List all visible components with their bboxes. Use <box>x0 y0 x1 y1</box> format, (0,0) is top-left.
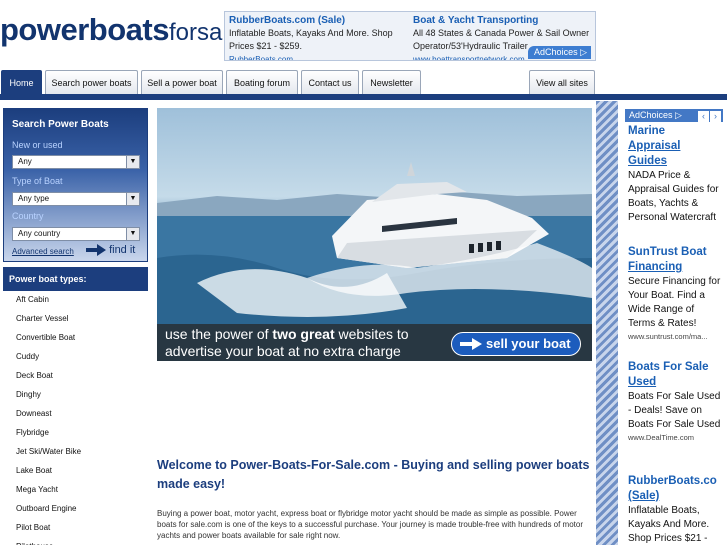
boat-type-value: Any type <box>18 194 50 203</box>
boat-type-link[interactable]: Outboard Engine <box>3 499 148 518</box>
boat-type-label: Type of Boat <box>12 176 63 186</box>
find-it-label: find it <box>109 244 136 256</box>
site-header: powerboatsforsale RubberBoats.com (Sale)… <box>0 0 727 68</box>
new-or-used-select[interactable]: Any ▼ <box>12 155 140 169</box>
advanced-search-link[interactable]: Advanced search <box>12 247 74 256</box>
right-ad-4-desc: Inflatable Boats, Kayaks And More. Shop … <box>628 505 710 544</box>
top-ad-1[interactable]: RubberBoats.com (Sale) Inflatable Boats,… <box>229 14 411 60</box>
boat-type-link[interactable]: Charter Vessel <box>3 309 148 328</box>
right-ad-4-title[interactable]: RubberBoats.co <box>628 474 722 489</box>
chevron-left-icon[interactable]: ‹ <box>698 111 709 122</box>
find-it-button[interactable]: find it <box>86 244 136 257</box>
right-ad-3-title[interactable]: Boats For Sale <box>628 360 722 375</box>
right-ad-2[interactable]: SunTrust Boat Financing Secure Financing… <box>628 245 722 342</box>
chevron-down-icon[interactable]: ▼ <box>126 193 139 205</box>
chevron-down-icon[interactable]: ▼ <box>126 156 139 168</box>
right-ad-4-title2[interactable]: (Sale) <box>628 489 722 504</box>
right-ad-1-desc: NADA Price & Appraisal Guides for Boats,… <box>628 170 719 223</box>
right-ad-1-title[interactable]: Marine <box>628 124 722 139</box>
right-ad-2-title2[interactable]: Financing <box>628 260 722 275</box>
boat-type-link[interactable]: Pilothouse <box>3 537 148 545</box>
tab-contact-us[interactable]: Contact us <box>301 70 359 94</box>
tab-sell-power-boat[interactable]: Sell a power boat <box>141 70 223 94</box>
right-ad-2-url[interactable]: www.suntrust.com/ma... <box>628 331 722 342</box>
top-ad-1-line: Inflatable Boats, Kayaks And More. Shop <box>229 28 393 38</box>
right-ad-2-title[interactable]: SunTrust Boat <box>628 245 722 260</box>
banner-line1-post: websites to <box>334 326 409 342</box>
country-label: Country <box>12 211 44 221</box>
tab-boating-forum[interactable]: Boating forum <box>226 70 298 94</box>
top-ad-1-title[interactable]: RubberBoats.com (Sale) <box>229 14 411 27</box>
tab-view-all-sites[interactable]: View all sites <box>529 70 595 94</box>
sell-your-boat-label: sell your boat <box>486 336 571 351</box>
adchoices-badge[interactable]: AdChoices ▷ ‹ › <box>625 109 723 122</box>
decorative-stripe <box>596 101 618 545</box>
hero-banner[interactable]: use the power of two great websites to a… <box>157 108 592 361</box>
right-ad-4[interactable]: RubberBoats.co (Sale) Inflatable Boats, … <box>628 474 722 545</box>
welcome-paragraph: Buying a power boat, motor yacht, expres… <box>157 509 584 540</box>
boat-types-list: Aft Cabin Charter Vessel Convertible Boat C… <box>3 290 148 545</box>
boat-type-link[interactable]: Jet Ski/Water Bike <box>3 442 148 461</box>
logo-bold-text: powerboats <box>0 12 169 47</box>
new-or-used-label: New or used <box>12 140 63 150</box>
boat-type-link[interactable]: Convertible Boat <box>3 328 148 347</box>
arrow-right-icon <box>460 338 482 350</box>
search-panel-title: Search Power Boats <box>12 119 109 130</box>
welcome-heading: Welcome to Power-Boats-For-Sale.com - Bu… <box>157 458 590 491</box>
boat-type-select[interactable]: Any type ▼ <box>12 192 140 206</box>
boat-type-link[interactable]: Downeast <box>3 404 148 423</box>
boat-type-link[interactable]: Dinghy <box>3 385 148 404</box>
top-ad-2-title[interactable]: Boat & Yacht Transporting <box>413 14 595 27</box>
sell-your-boat-button[interactable]: sell your boat <box>451 332 581 356</box>
country-value: Any country <box>18 229 61 238</box>
nav-divider <box>0 94 727 100</box>
main-nav: Home Search power boats Sell a power boa… <box>0 70 727 96</box>
tab-home[interactable]: Home <box>1 70 42 94</box>
boat-types-header: Power boat types: <box>3 267 148 291</box>
right-ad-1-title2[interactable]: Appraisal Guides <box>628 139 722 169</box>
right-ad-column: AdChoices ▷ ‹ › Marine Appraisal Guides N… <box>623 108 725 545</box>
boat-type-link[interactable]: Deck Boat <box>3 366 148 385</box>
tab-newsletter[interactable]: Newsletter <box>362 70 421 94</box>
boat-type-link[interactable]: Cuddy <box>3 347 148 366</box>
banner-caption-line1: use the power of two great websites to <box>165 326 409 342</box>
right-ad-3-desc: Boats For Sale Used - Deals! Save on Boa… <box>628 391 721 430</box>
right-ad-2-desc: Secure Financing for Your Boat. Find a W… <box>628 276 721 329</box>
adchoices-badge[interactable]: AdChoices ▷ <box>528 46 591 59</box>
boat-type-link[interactable]: Flybridge <box>3 423 148 442</box>
top-ad-2-line: All 48 States & Canada Power & Sail Owne… <box>413 28 590 38</box>
right-ad-3-title2[interactable]: Used <box>628 375 722 390</box>
chevron-right-icon[interactable]: › <box>710 111 721 122</box>
banner-line1-pre: use the power of <box>165 326 273 342</box>
banner-line1-bold: two great <box>272 326 335 342</box>
boat-type-link[interactable]: Mega Yacht <box>3 480 148 499</box>
top-ad-1-line: Prices $21 - $259. <box>229 41 303 51</box>
right-ad-1[interactable]: Marine Appraisal Guides NADA Price & App… <box>628 124 722 225</box>
boat-type-link[interactable]: Aft Cabin <box>3 290 148 309</box>
adchoices-label: AdChoices ▷ <box>629 110 682 120</box>
top-ad-1-url[interactable]: RubberBoats.com <box>229 53 411 60</box>
site-logo[interactable]: powerboatsforsale <box>0 12 241 52</box>
right-ad-3-url[interactable]: www.DealTime.com <box>628 432 722 443</box>
ad-nav-buttons: ‹ › <box>697 110 721 123</box>
tab-search-power-boats[interactable]: Search power boats <box>45 70 138 94</box>
arrow-right-icon <box>86 244 106 257</box>
country-select[interactable]: Any country ▼ <box>12 227 140 241</box>
search-panel: Search Power Boats New or used Any ▼ Typ… <box>3 108 148 262</box>
top-ad-banner: RubberBoats.com (Sale) Inflatable Boats,… <box>224 11 596 61</box>
boat-type-link[interactable]: Lake Boat <box>3 461 148 480</box>
chevron-down-icon[interactable]: ▼ <box>126 228 139 240</box>
new-or-used-value: Any <box>18 157 32 166</box>
banner-caption-line2: advertise your boat at no extra charge <box>165 343 401 359</box>
boat-type-link[interactable]: Pilot Boat <box>3 518 148 537</box>
right-ad-3[interactable]: Boats For Sale Used Boats For Sale Used … <box>628 360 722 443</box>
